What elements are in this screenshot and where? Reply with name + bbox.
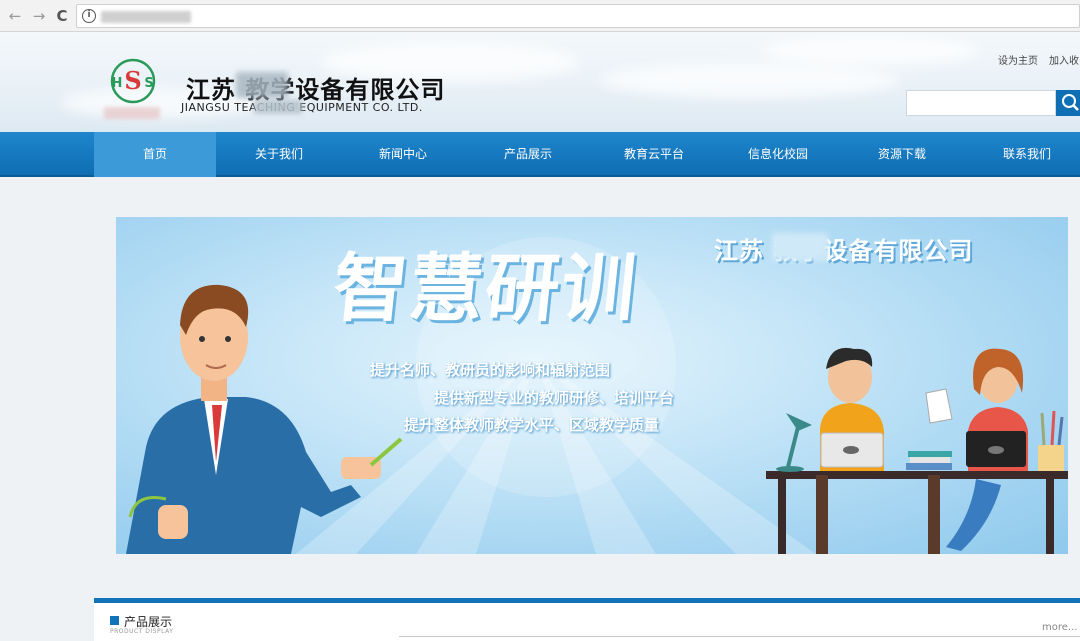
nav-about[interactable]: 关于我们 bbox=[218, 132, 340, 177]
banner-line-3: 提升整体教师教学水平、区域教学质量 bbox=[404, 416, 660, 434]
svg-text:H: H bbox=[112, 76, 123, 91]
banner-line-1: 提升名师、教研员的影响和辐射范围 bbox=[370, 361, 611, 379]
site-header: S H S 江苏 教学设备有限公司 JIANGSU TEACHING EQUIP… bbox=[0, 32, 1080, 132]
reload-icon[interactable]: C bbox=[53, 7, 71, 25]
svg-text:S: S bbox=[144, 76, 153, 91]
back-arrow-icon[interactable]: ← bbox=[6, 7, 24, 25]
add-favorite-link[interactable]: 加入收 bbox=[1049, 52, 1079, 67]
nav-contact[interactable]: 联系我们 bbox=[964, 132, 1080, 177]
product-section: 产品展示 PRODUCT DISPLAY more... bbox=[94, 598, 1080, 641]
blurred-url bbox=[101, 11, 191, 23]
forward-arrow-icon[interactable]: → bbox=[30, 7, 48, 25]
search-icon bbox=[1062, 94, 1079, 111]
logo-caption-blur bbox=[104, 107, 160, 119]
logo-icon[interactable]: S H S bbox=[108, 56, 158, 106]
main-nav: 首页 关于我们 新闻中心 产品展示 教育云平台 信息化校园 资源下载 联系我们 bbox=[0, 132, 1080, 177]
section-arrow-icon bbox=[110, 616, 119, 625]
section-divider bbox=[399, 636, 1080, 637]
section-top-bar bbox=[94, 598, 1080, 603]
nav-smart-campus[interactable]: 信息化校园 bbox=[716, 132, 840, 177]
company-name-cn: 江苏 教学设备有限公司 bbox=[186, 76, 446, 104]
nav-edu-cloud[interactable]: 教育云平台 bbox=[592, 132, 716, 177]
banner-company: 江苏 教学设备有限公司 bbox=[714, 237, 974, 265]
desk-scene bbox=[766, 347, 1068, 554]
name-redaction bbox=[236, 72, 288, 98]
search-input[interactable] bbox=[906, 90, 1056, 116]
set-homepage-link[interactable]: 设为主页 bbox=[998, 52, 1038, 67]
nav-products[interactable]: 产品展示 bbox=[466, 132, 590, 177]
more-link[interactable]: more... bbox=[1042, 622, 1077, 633]
nav-home[interactable]: 首页 bbox=[94, 132, 216, 177]
section-subtitle: PRODUCT DISPLAY bbox=[110, 628, 174, 635]
hero-banner[interactable]: 智慧研训 江苏 教学设备有限公司 提升名师、教研员的影响和辐射范围 提供新型专业… bbox=[116, 217, 1068, 554]
banner-line-2: 提供新型专业的教师研修、培训平台 bbox=[434, 389, 675, 407]
browser-toolbar: ← → C i bbox=[0, 0, 1080, 32]
info-icon[interactable]: i bbox=[82, 9, 96, 23]
name-redaction-en bbox=[254, 100, 302, 114]
banner-name-redaction bbox=[772, 233, 828, 261]
nav-news[interactable]: 新闻中心 bbox=[342, 132, 464, 177]
nav-downloads[interactable]: 资源下载 bbox=[840, 132, 964, 177]
banner-title: 智慧研训 bbox=[328, 246, 642, 332]
svg-text:S: S bbox=[124, 66, 141, 95]
search-button[interactable] bbox=[1056, 90, 1080, 116]
address-bar[interactable]: i bbox=[76, 4, 1080, 28]
